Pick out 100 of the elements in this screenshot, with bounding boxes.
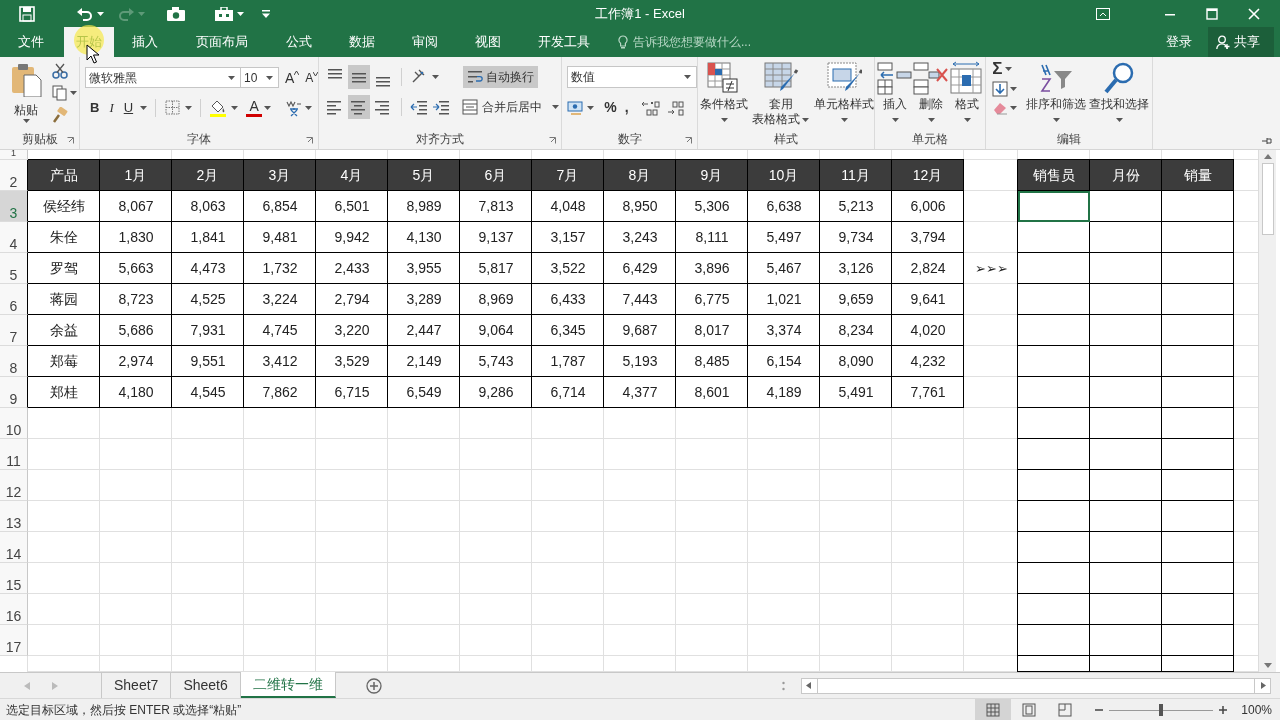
menu-tab[interactable]: 视图 xyxy=(463,27,513,57)
menu-tab[interactable]: 公式 xyxy=(274,27,324,57)
insert-button[interactable]: 插入 xyxy=(877,57,914,129)
table-cell-text: 2,974 xyxy=(117,352,155,371)
menu-tab[interactable]: 开发工具 xyxy=(526,27,602,57)
delete-button[interactable]: 删除 xyxy=(913,57,950,129)
add-sheet-icon[interactable] xyxy=(365,677,382,694)
number-format-field[interactable]: 数值 xyxy=(567,66,698,88)
normal-view-icon[interactable] xyxy=(975,699,1012,720)
comma-style-button[interactable]: , xyxy=(624,97,629,118)
paste-button[interactable]: 粘贴 xyxy=(8,63,44,129)
increase-indent-icon[interactable] xyxy=(432,99,451,115)
close-icon[interactable] xyxy=(1248,7,1260,20)
scroll-left-icon xyxy=(805,682,811,689)
ribbon-display-icon[interactable] xyxy=(1096,7,1110,20)
row-header[interactable]: 2 xyxy=(0,160,28,191)
italic-button[interactable]: I xyxy=(104,98,119,118)
increase-font-size-button[interactable]: A xyxy=(285,70,300,85)
row-header[interactable]: 11 xyxy=(0,439,28,470)
zoom-level[interactable]: 100% xyxy=(1241,700,1272,719)
column-header: 12月 xyxy=(892,160,963,190)
fill-down-icon[interactable] xyxy=(992,81,1009,97)
menu-tab[interactable]: 审阅 xyxy=(400,27,450,57)
camera-icon[interactable] xyxy=(167,6,185,21)
vertical-scrollbar[interactable] xyxy=(1258,150,1276,672)
align-center-icon[interactable] xyxy=(348,95,371,119)
conditional-button[interactable]: 条件格式 xyxy=(700,57,749,129)
row-header[interactable]: 5 xyxy=(0,253,28,284)
row-header[interactable]: 16 xyxy=(0,594,28,625)
pin-icon[interactable] xyxy=(1262,137,1272,145)
selected-cell[interactable] xyxy=(1018,191,1090,222)
sort-button[interactable]: 排序和筛选 xyxy=(1026,57,1087,129)
scroll-thumb[interactable] xyxy=(1261,163,1274,235)
wrap-text-button[interactable]: 自动换行 xyxy=(463,66,539,88)
zoom-slider[interactable] xyxy=(1109,703,1214,716)
row-header[interactable]: 13 xyxy=(0,501,28,532)
table-cell-text: 6,433 xyxy=(549,290,587,309)
table-cell-text: 5,686 xyxy=(117,321,155,340)
percent-style-button[interactable]: % xyxy=(604,97,617,118)
copy-icon[interactable] xyxy=(52,85,68,101)
font-color-button[interactable]: A xyxy=(246,98,263,117)
decrease-font-size-button[interactable]: A xyxy=(305,71,319,84)
tell-me-field[interactable]: 告诉我您想要做什么... xyxy=(618,27,751,57)
row-header[interactable]: 1 xyxy=(0,150,28,160)
table-cell-text: 8,969 xyxy=(477,290,515,309)
row-header[interactable]: 9 xyxy=(0,377,28,408)
menu-tab[interactable]: 文件 xyxy=(6,27,56,57)
cell-button[interactable]: 单元格样式 xyxy=(814,57,875,129)
maximize-icon[interactable] xyxy=(1206,7,1218,20)
row-header[interactable]: 14 xyxy=(0,532,28,563)
slider-thumb[interactable] xyxy=(1159,703,1164,716)
column-header: 月份 xyxy=(1090,160,1161,190)
row-header[interactable]: 15 xyxy=(0,563,28,594)
row-header[interactable]: 8 xyxy=(0,346,28,377)
menu-tab[interactable]: 页面布局 xyxy=(184,27,260,57)
font-name-field[interactable]: 微软雅黑 xyxy=(85,67,241,88)
briefcase-icon[interactable] xyxy=(215,6,233,21)
table-cell-text: 9,481 xyxy=(261,228,299,247)
middle-align-icon[interactable] xyxy=(348,65,371,89)
format-button[interactable]: 格式 xyxy=(949,57,986,129)
row-header[interactable]: 17 xyxy=(0,625,28,656)
caret-icon[interactable] xyxy=(97,11,104,16)
font-size-field[interactable]: 10 xyxy=(241,67,279,88)
undo-icon[interactable] xyxy=(77,6,93,21)
sign-in-link[interactable]: 登录 xyxy=(1162,27,1196,57)
find-button[interactable]: 查找和选择 xyxy=(1086,57,1153,129)
sheet-tab[interactable]: 二维转一维 xyxy=(240,672,336,698)
row-header[interactable]: 12 xyxy=(0,470,28,501)
menu-tab[interactable]: 插入 xyxy=(120,27,170,57)
decrease-indent-icon[interactable] xyxy=(410,99,429,115)
row-header[interactable]: 6 xyxy=(0,284,28,315)
group-label: 编辑 xyxy=(1057,131,1082,148)
dialog-launcher-icon[interactable] xyxy=(549,137,557,144)
bold-button[interactable]: B xyxy=(85,98,105,118)
fill-color-icon[interactable] xyxy=(209,98,228,117)
dialog-launcher-icon[interactable] xyxy=(685,137,693,144)
customize-icon[interactable] xyxy=(262,9,270,18)
zoom-in-icon[interactable] xyxy=(1219,705,1228,714)
horizontal-scrollbar[interactable] xyxy=(800,677,1271,694)
autosum-button[interactable]: Σ xyxy=(992,60,1003,77)
row-header[interactable]: 7 xyxy=(0,315,28,346)
table-cell-text: 6,714 xyxy=(549,383,587,402)
dialog-launcher-icon[interactable] xyxy=(67,137,74,144)
dialog-launcher-icon[interactable] xyxy=(306,137,314,144)
increase-decimal-icon[interactable] xyxy=(640,99,661,116)
currency-icon[interactable] xyxy=(567,99,586,116)
column-header: 6月 xyxy=(460,160,531,190)
decrease-decimal-icon[interactable] xyxy=(666,99,687,116)
row-header[interactable]: 3 xyxy=(0,191,28,222)
row-header[interactable]: 4 xyxy=(0,222,28,253)
menu-tab[interactable]: 数据 xyxy=(337,27,387,57)
row-header[interactable]: 10 xyxy=(0,408,28,439)
caret-icon[interactable] xyxy=(237,11,244,16)
merge-center-button[interactable]: 合并后居中 xyxy=(462,96,562,118)
borders-icon[interactable] xyxy=(165,100,181,116)
save-icon[interactable] xyxy=(19,5,35,22)
share-button[interactable]: 共享 xyxy=(1208,27,1274,57)
underline-button[interactable]: U xyxy=(118,98,139,118)
table-cell-text: 8,090 xyxy=(837,352,875,371)
table-button[interactable]: 套用 表格格式 xyxy=(748,57,815,129)
